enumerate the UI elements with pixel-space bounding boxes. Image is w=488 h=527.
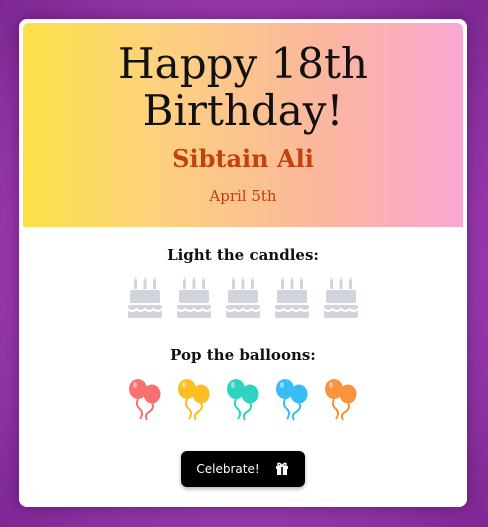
birthday-cake-icon[interactable] xyxy=(274,277,310,321)
balloons-icon[interactable] xyxy=(274,377,310,421)
birthday-cake-icon[interactable] xyxy=(127,277,163,321)
recipient-name: Sibtain Ali xyxy=(172,144,314,173)
gift-icon xyxy=(274,460,290,479)
balloons-icon[interactable] xyxy=(127,377,163,421)
balloons-icon[interactable] xyxy=(176,377,212,421)
candles-row xyxy=(19,277,467,321)
birthday-cake-icon[interactable] xyxy=(323,277,359,321)
balloons-icon[interactable] xyxy=(323,377,359,421)
header-banner: Happy 18th Birthday! Sibtain Ali April 5… xyxy=(23,23,463,227)
balloons-icon[interactable] xyxy=(225,377,261,421)
balloons-row xyxy=(19,377,467,421)
celebrate-button[interactable]: Celebrate! xyxy=(181,451,305,487)
page-title: Happy 18th Birthday! xyxy=(118,39,368,135)
candles-label: Light the candles: xyxy=(167,246,319,264)
birthday-cake-icon[interactable] xyxy=(176,277,212,321)
birthday-date: April 5th xyxy=(209,187,277,205)
balloons-label: Pop the balloons: xyxy=(170,346,316,364)
celebrate-button-label: Celebrate! xyxy=(196,462,260,476)
birthday-cake-icon[interactable] xyxy=(225,277,261,321)
birthday-card: Happy 18th Birthday! Sibtain Ali April 5… xyxy=(19,19,467,507)
